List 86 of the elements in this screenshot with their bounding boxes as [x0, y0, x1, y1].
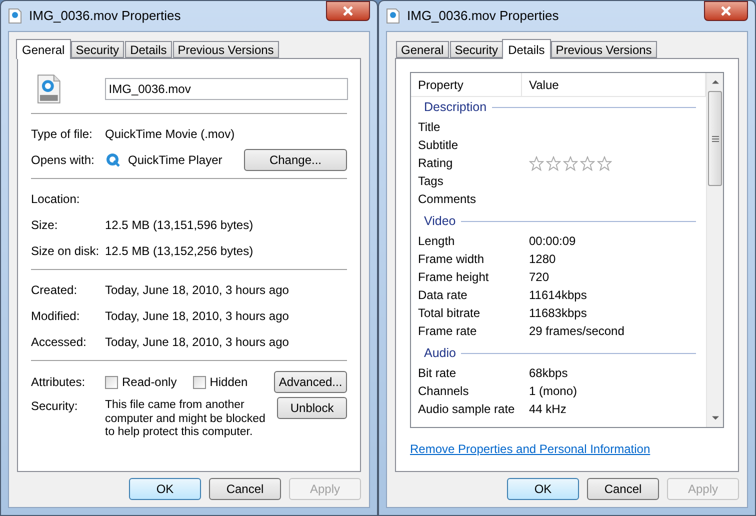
tab[interactable]: General: [16, 39, 71, 59]
button[interactable]: Cancel: [209, 478, 281, 500]
property-value: 44 kHz: [528, 401, 566, 418]
field-value: QuickTime Movie (.mov): [105, 126, 236, 143]
close-icon: [720, 6, 732, 16]
movie-file-icon: [36, 74, 62, 104]
field-value: Today, June 18, 2010, 3 hours ago: [105, 308, 290, 325]
file-icon: [7, 8, 23, 24]
property-value: 720: [528, 269, 550, 286]
field-label: Size:: [31, 217, 59, 234]
close-button[interactable]: [326, 1, 370, 21]
property-name: Total bitrate: [417, 305, 482, 322]
button[interactable]: OK: [507, 478, 579, 500]
field-value: QuickTime Player: [128, 152, 224, 169]
tab[interactable]: Security: [450, 41, 504, 58]
field-value: 12.5 MB (13,151,596 bytes): [105, 217, 254, 234]
group-header[interactable]: Video: [424, 212, 456, 230]
scrollbar[interactable]: [706, 73, 723, 427]
window-title: IMG_0036.mov Properties: [407, 7, 559, 26]
checkbox[interactable]: [192, 376, 206, 388]
property-name: Channels: [417, 383, 470, 400]
field-label: Accessed:: [31, 334, 88, 351]
window-title: IMG_0036.mov Properties: [29, 7, 181, 26]
button[interactable]: Unblock: [277, 397, 347, 419]
file-icon: [385, 8, 401, 24]
tab[interactable]: Security: [70, 41, 124, 58]
checkbox[interactable]: [105, 376, 118, 388]
field-label: Type of file:: [31, 126, 94, 143]
field-label: Attributes:: [31, 374, 86, 391]
star-icon: [597, 156, 612, 170]
field-label: Created:: [31, 282, 78, 299]
property-name: Frame height: [417, 269, 490, 286]
group-header[interactable]: Audio: [424, 344, 456, 362]
property-name: Comments: [417, 191, 478, 208]
field-value: 12.5 MB (13,152,256 bytes): [105, 243, 254, 260]
property-name: Frame width: [417, 251, 486, 268]
scroll-down-icon: [712, 416, 718, 420]
tab[interactable]: Previous Versions: [172, 41, 279, 58]
field-value: Today, June 18, 2010, 3 hours ago: [105, 334, 290, 351]
property-value: 1280: [528, 251, 556, 268]
property-name: Bit rate: [417, 365, 458, 382]
property-value: 29 frames/second: [528, 323, 624, 340]
star-icon: [529, 156, 544, 170]
tab[interactable]: Previous Versions: [550, 41, 657, 58]
property-value: 00:00:09: [528, 233, 576, 250]
property-name: Title: [417, 119, 442, 136]
star-icon: [580, 156, 595, 170]
property-value: 11683kbps: [528, 305, 587, 322]
group-header[interactable]: Description: [424, 98, 487, 117]
property-name: Data rate: [417, 287, 468, 304]
checkbox-label: Hidden: [210, 374, 248, 391]
button[interactable]: OK: [129, 478, 201, 500]
property-name: Rating: [417, 155, 454, 172]
field-value: Today, June 18, 2010, 3 hours ago: [105, 282, 290, 299]
security-note: This file came from another computer and might be blocked to help protect this computer.: [105, 398, 266, 440]
scroll-up-icon: [712, 80, 718, 84]
tab[interactable]: General: [396, 41, 449, 58]
field-label: Location:: [31, 191, 81, 208]
checkbox-label: Read-only: [122, 374, 177, 391]
column-header[interactable]: Property: [411, 73, 522, 96]
tab[interactable]: Details: [502, 39, 551, 59]
remove-properties-link[interactable]: Remove Properties and Personal Information: [410, 440, 650, 458]
scrollbar-thumb[interactable]: [708, 91, 722, 186]
tab[interactable]: Details: [125, 41, 172, 58]
property-name: Length: [417, 233, 456, 250]
field-label: Opens with:: [31, 152, 96, 169]
grip-icon: [712, 136, 718, 142]
property-value: 1 (mono): [528, 383, 578, 400]
property-name: Audio sample rate: [417, 401, 516, 418]
property-value: 11614kbps: [528, 287, 587, 304]
property-name: Subtitle: [417, 137, 460, 154]
property-name: Tags: [417, 173, 444, 190]
field-label: Security:: [31, 398, 79, 415]
button[interactable]: Advanced...: [274, 371, 347, 393]
field-label: Size on disk:: [31, 243, 100, 260]
star-icon: [563, 156, 578, 170]
property-value: 68kbps: [528, 365, 568, 382]
close-icon: [342, 6, 354, 16]
property-name: Frame rate: [417, 323, 478, 340]
button[interactable]: Change...: [244, 149, 347, 171]
file-name-field[interactable]: IMG_0036.mov: [104, 78, 348, 100]
star-icon: [546, 156, 561, 170]
field-label: Modified:: [31, 308, 81, 325]
close-button[interactable]: [704, 1, 748, 21]
button[interactable]: Cancel: [587, 478, 659, 500]
app-icon: [105, 152, 121, 168]
